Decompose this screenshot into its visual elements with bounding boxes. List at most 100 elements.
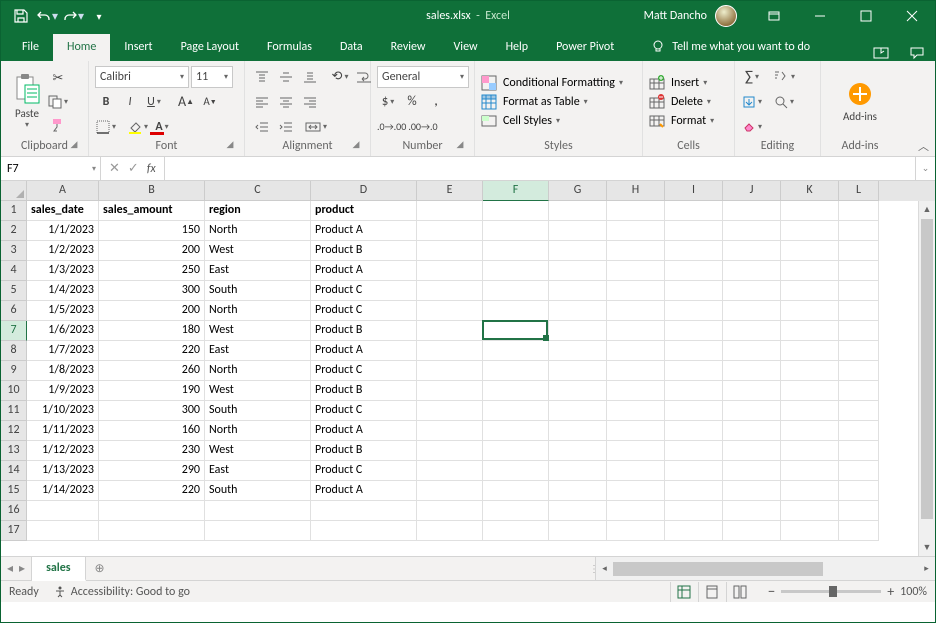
zoom-in-button[interactable]: + — [887, 583, 894, 600]
font-name-select[interactable]: Calibri▾ — [95, 66, 189, 88]
cell[interactable] — [607, 481, 665, 501]
expand-formula-bar-button[interactable]: ⌄ — [915, 157, 935, 180]
currency-button[interactable]: $▾ — [377, 91, 399, 113]
fill-color-button[interactable]: ▾ — [127, 116, 149, 138]
cell[interactable] — [607, 341, 665, 361]
cell[interactable]: 1/1/2023 — [27, 221, 99, 241]
fill-button[interactable]: ▾ — [741, 91, 763, 113]
cell[interactable] — [665, 461, 723, 481]
cell[interactable]: 1/3/2023 — [27, 261, 99, 281]
cell[interactable]: Product A — [311, 221, 417, 241]
cell[interactable]: 1/8/2023 — [27, 361, 99, 381]
underline-button[interactable]: U▾ — [143, 91, 165, 113]
align-right-button[interactable] — [299, 91, 321, 113]
cell[interactable]: 200 — [99, 241, 205, 261]
cell[interactable]: West — [205, 441, 311, 461]
cell[interactable] — [665, 201, 723, 221]
cell[interactable]: 1/7/2023 — [27, 341, 99, 361]
clear-button[interactable]: ▾ — [741, 116, 763, 138]
cell[interactable] — [665, 261, 723, 281]
cell[interactable] — [723, 281, 781, 301]
borders-button[interactable]: ▾ — [95, 116, 117, 138]
cell[interactable]: 160 — [99, 421, 205, 441]
zoom-out-button[interactable]: − — [768, 583, 775, 601]
cell[interactable] — [723, 241, 781, 261]
cell[interactable] — [781, 201, 839, 221]
cell[interactable] — [839, 441, 879, 461]
tab-insert[interactable]: Insert — [110, 34, 166, 61]
cell[interactable]: 1/6/2023 — [27, 321, 99, 341]
cell[interactable] — [311, 501, 417, 521]
minimize-button[interactable] — [797, 1, 843, 31]
cell[interactable] — [723, 461, 781, 481]
cell[interactable]: West — [205, 241, 311, 261]
cell[interactable] — [723, 321, 781, 341]
column-header[interactable]: F — [483, 181, 549, 201]
cell[interactable] — [607, 241, 665, 261]
tab-file[interactable]: File — [8, 34, 53, 61]
qat-customize[interactable]: ▾ — [87, 4, 111, 28]
cell[interactable] — [781, 521, 839, 541]
number-launcher[interactable]: ◢ — [454, 139, 466, 151]
row-header[interactable]: 6 — [1, 301, 27, 321]
cell[interactable]: 220 — [99, 481, 205, 501]
cell[interactable] — [483, 521, 549, 541]
cell[interactable] — [781, 281, 839, 301]
cell[interactable] — [483, 281, 549, 301]
cell[interactable] — [205, 501, 311, 521]
cell[interactable] — [723, 401, 781, 421]
column-header[interactable]: K — [781, 181, 839, 201]
cell[interactable] — [723, 521, 781, 541]
cell[interactable] — [607, 421, 665, 441]
cell[interactable] — [781, 241, 839, 261]
paste-button[interactable]: Paste▾ — [7, 68, 47, 136]
row-header[interactable]: 13 — [1, 441, 27, 461]
tab-view[interactable]: View — [440, 34, 492, 61]
find-button[interactable]: ▾ — [773, 91, 795, 113]
decrease-indent-button[interactable] — [251, 116, 273, 138]
cell[interactable] — [483, 321, 549, 341]
cell[interactable] — [723, 341, 781, 361]
cell[interactable] — [99, 521, 205, 541]
cell[interactable] — [723, 441, 781, 461]
cell[interactable]: 1/11/2023 — [27, 421, 99, 441]
cell[interactable] — [723, 381, 781, 401]
cell[interactable] — [549, 341, 607, 361]
cell[interactable]: 230 — [99, 441, 205, 461]
cell[interactable]: 1/9/2023 — [27, 381, 99, 401]
cell[interactable]: Product C — [311, 301, 417, 321]
undo-button[interactable]: ▾ — [35, 4, 59, 28]
cell[interactable] — [483, 261, 549, 281]
cell[interactable] — [483, 241, 549, 261]
cell[interactable] — [483, 401, 549, 421]
clipboard-launcher[interactable]: ◢ — [68, 139, 80, 151]
cell[interactable]: 180 — [99, 321, 205, 341]
cell[interactable] — [607, 381, 665, 401]
row-header[interactable]: 12 — [1, 421, 27, 441]
tab-power-pivot[interactable]: Power Pivot — [542, 34, 628, 61]
save-button[interactable] — [9, 4, 33, 28]
row-header[interactable]: 14 — [1, 461, 27, 481]
new-sheet-button[interactable]: ⊕ — [86, 557, 114, 580]
cell[interactable] — [781, 421, 839, 441]
cell[interactable] — [27, 501, 99, 521]
cell[interactable]: East — [205, 261, 311, 281]
row-header[interactable]: 16 — [1, 501, 27, 521]
cell[interactable] — [549, 321, 607, 341]
cell[interactable] — [607, 401, 665, 421]
cell[interactable] — [781, 321, 839, 341]
bold-button[interactable]: B — [95, 91, 117, 113]
number-format-select[interactable]: General▾ — [377, 66, 469, 88]
cell[interactable] — [839, 421, 879, 441]
cell[interactable] — [549, 281, 607, 301]
cell[interactable]: region — [205, 201, 311, 221]
cell[interactable]: North — [205, 301, 311, 321]
cell[interactable] — [417, 461, 483, 481]
cell[interactable]: Product B — [311, 321, 417, 341]
row-header[interactable]: 7 — [1, 321, 27, 341]
cell[interactable] — [549, 501, 607, 521]
comma-button[interactable]: , — [425, 91, 447, 113]
row-header[interactable]: 3 — [1, 241, 27, 261]
cell[interactable] — [781, 461, 839, 481]
close-button[interactable] — [889, 1, 935, 31]
